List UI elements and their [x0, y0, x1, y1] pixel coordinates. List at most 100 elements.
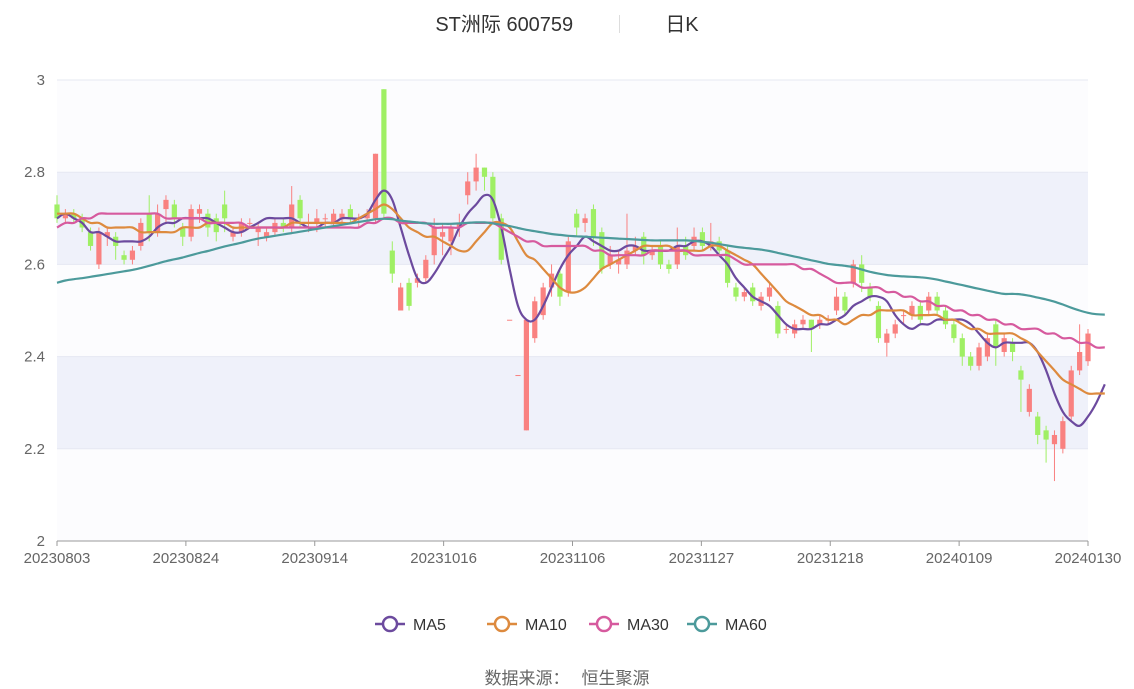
- candle-body: [1001, 338, 1007, 352]
- source-value: 恒生聚源: [581, 669, 650, 688]
- candle-body: [398, 287, 404, 311]
- candle-body: [1009, 342, 1016, 352]
- candle-body: [423, 259, 429, 279]
- data-source: 数据来源： 恒生聚源: [0, 664, 1134, 689]
- candle-body: [205, 213, 211, 228]
- y-tick-label: 2.6: [24, 256, 45, 273]
- candle-body: [171, 204, 177, 219]
- candle-body: [766, 287, 773, 297]
- legend-swatch-marker: [693, 615, 711, 633]
- candle-body: [431, 227, 437, 256]
- candle-body: [196, 209, 203, 214]
- candle-body: [741, 292, 747, 297]
- candle-body: [976, 347, 982, 366]
- x-tick-label: 20230824: [153, 550, 220, 567]
- x-tick-label: 20231127: [669, 550, 735, 567]
- legend-swatch-marker: [381, 615, 399, 633]
- candle-body: [783, 328, 789, 330]
- candle-body: [934, 296, 940, 311]
- candle-body: [87, 232, 94, 246]
- candle-body: [926, 296, 932, 311]
- x-tick-label: 20231016: [410, 550, 477, 567]
- candle-body: [1068, 370, 1074, 417]
- candle-body: [121, 255, 127, 260]
- candle-body: [582, 218, 588, 223]
- legend-swatch-marker: [493, 615, 511, 633]
- candle-body: [800, 319, 806, 325]
- candle-body: [1018, 370, 1024, 380]
- candle-body: [733, 287, 739, 297]
- candle-body: [381, 89, 387, 214]
- candle-body: [1085, 333, 1091, 362]
- candle-body: [188, 209, 194, 237]
- candle-body: [1035, 416, 1041, 435]
- legend-item-ma60: MA60: [687, 615, 767, 634]
- candlestick-chart: 22.22.42.62.83 20230803 20230824 20230914 2…: [24, 72, 1122, 634]
- y-tick-label: 3: [37, 72, 45, 89]
- candle-body: [917, 305, 923, 320]
- candle-body: [213, 218, 219, 233]
- candle-body: [1026, 388, 1032, 412]
- candle-body: [884, 333, 890, 343]
- candle-body: [859, 264, 865, 283]
- candle-body: [523, 319, 529, 431]
- candle-body: [892, 324, 898, 334]
- y-axis: 2 2.2 2.4 2.6 2.8 3: [24, 72, 45, 550]
- candle-body: [515, 375, 521, 377]
- candle-body: [1043, 430, 1049, 440]
- candle-body: [507, 319, 513, 321]
- legend-item-ma10: MA10: [487, 615, 567, 634]
- source-label: 数据来源：: [484, 669, 570, 688]
- x-tick-label: 20231106: [540, 550, 606, 567]
- y-tick-label: 2.4: [24, 349, 45, 366]
- candle-body: [163, 199, 169, 210]
- candle-body: [347, 209, 353, 219]
- candle-body: [322, 218, 328, 220]
- candle-body: [951, 324, 957, 339]
- candle-body: [942, 310, 949, 325]
- candle-body: [590, 209, 597, 237]
- candle-body: [297, 199, 303, 219]
- legend-item-ma30: MA30: [589, 615, 669, 634]
- grid-band: [57, 80, 1088, 173]
- candle-body: [1077, 351, 1083, 371]
- x-tick-label: 20231218: [797, 550, 864, 567]
- candle-body: [465, 181, 471, 196]
- candle-body: [146, 213, 152, 233]
- legend: MA5 MA10 MA30 MA60: [375, 615, 767, 634]
- grid-band: [57, 356, 1088, 449]
- candle-body: [473, 167, 479, 182]
- legend-label: MA30: [627, 617, 669, 634]
- candle-body: [481, 167, 488, 177]
- y-tick-label: 2.8: [24, 164, 45, 181]
- candle-body: [833, 296, 840, 311]
- candle-body: [900, 315, 907, 317]
- candle-body: [448, 227, 454, 242]
- candle-body: [406, 282, 412, 306]
- x-tick-label: 20230914: [281, 550, 348, 567]
- candle-body: [129, 250, 136, 260]
- x-tick-label: 20240130: [1055, 550, 1122, 567]
- candle-body: [96, 232, 102, 265]
- candle-body: [565, 241, 571, 293]
- candle-body: [624, 250, 630, 265]
- candle-body: [439, 232, 446, 237]
- candle-body: [959, 338, 965, 357]
- x-tick-label: 20240109: [926, 550, 993, 567]
- legend-label: MA5: [413, 617, 446, 634]
- candle-body: [1060, 421, 1066, 449]
- legend-item-ma5: MA5: [375, 615, 446, 634]
- legend-label: MA60: [725, 617, 767, 634]
- candle-body: [389, 250, 395, 274]
- x-tick-label: 20230803: [24, 550, 91, 567]
- candle-body: [699, 232, 706, 246]
- y-tick-label: 2.2: [24, 441, 45, 458]
- candle-body: [666, 264, 672, 270]
- candle-body: [247, 222, 253, 224]
- legend-label: MA10: [525, 617, 567, 634]
- candle-body: [775, 305, 781, 334]
- candle-body: [993, 324, 999, 348]
- candle-body: [968, 356, 974, 366]
- candle-body: [1051, 434, 1058, 445]
- x-axis: 20230803 20230824 20230914 20231016 20231106…: [24, 540, 1122, 567]
